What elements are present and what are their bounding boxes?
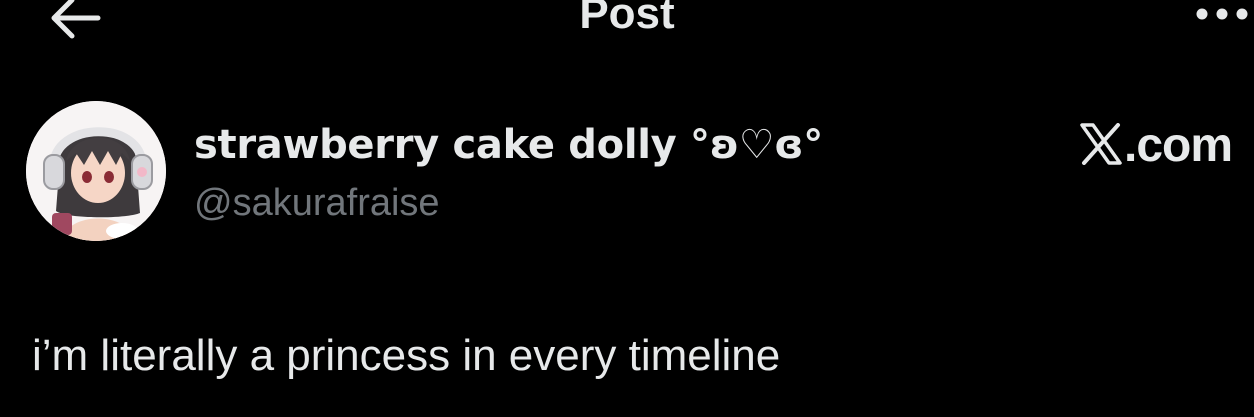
author-handle[interactable]: @sakurafraise [194,178,440,228]
top-bar: Post [0,0,1254,44]
more-horizontal-icon [1196,8,1248,20]
x-com-watermark: .com [1080,116,1233,176]
watermark-text: .com [1124,119,1233,172]
avatar[interactable] [26,101,166,241]
more-options-button[interactable] [1192,0,1254,36]
post-text: i’m literally a princess in every timeli… [32,331,781,380]
page-title: Post [579,0,675,38]
author-display-name[interactable]: strawberry cake dolly °ʚ♡ɞ° [194,120,823,170]
anime-girl-avatar-image [26,101,166,241]
x-logo-icon [1080,123,1122,165]
